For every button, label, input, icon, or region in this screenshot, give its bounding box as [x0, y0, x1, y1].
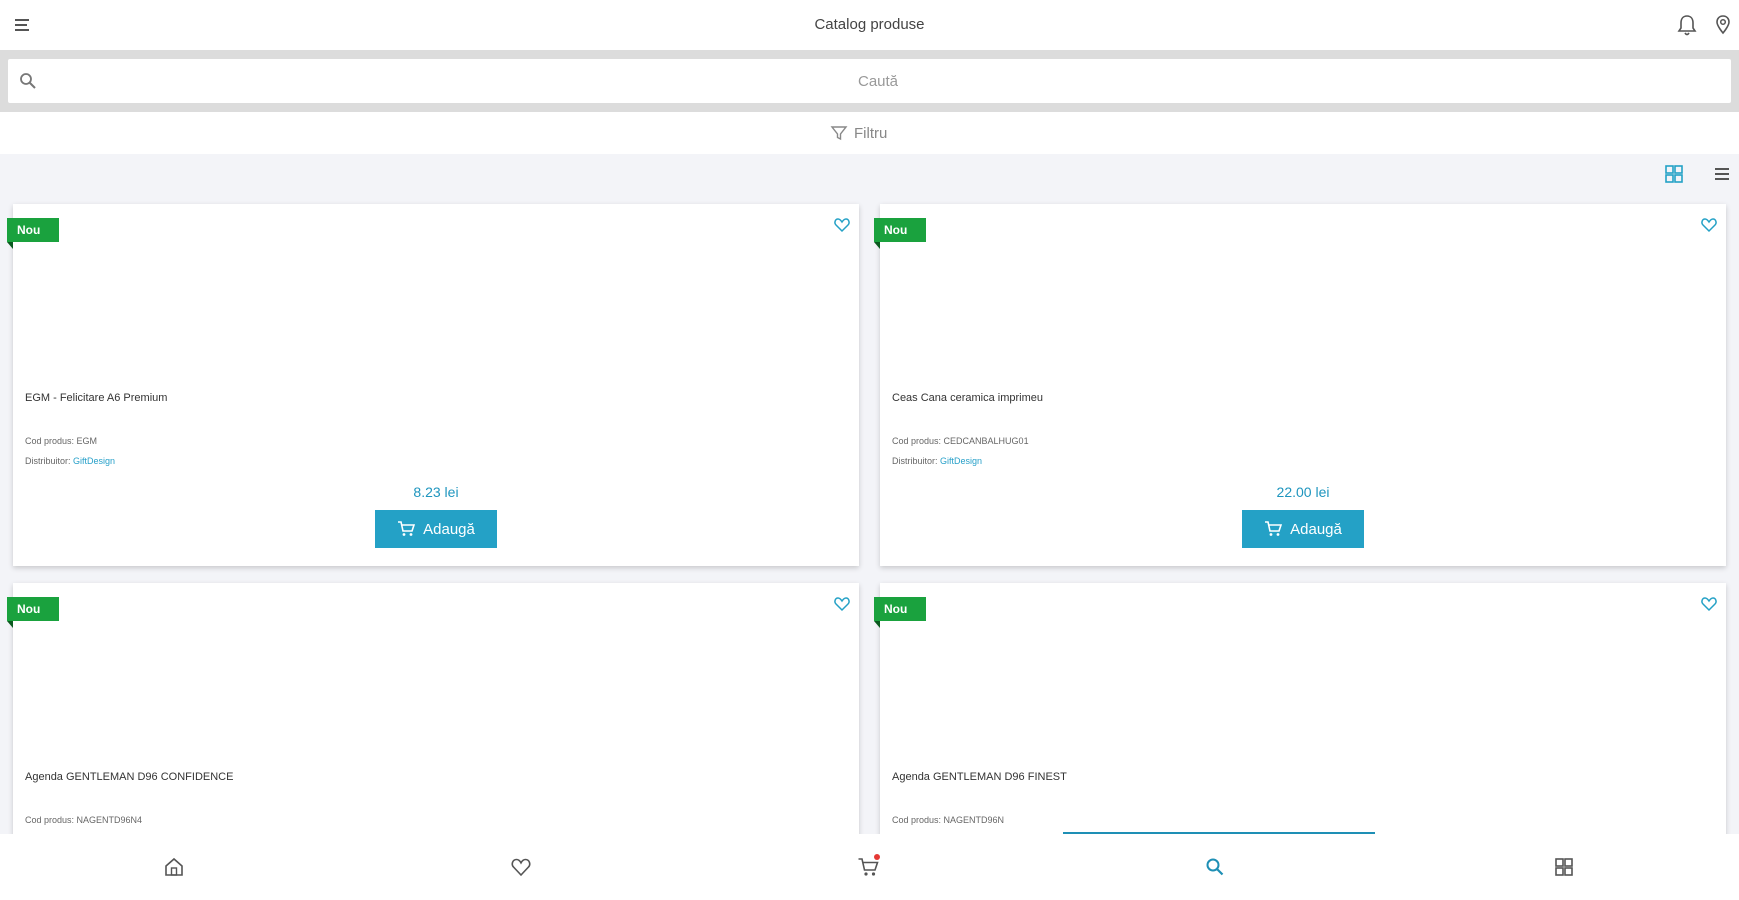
product-code-label: Cod produs:	[25, 815, 75, 825]
new-badge: Nou	[874, 218, 926, 249]
product-code-label: Cod produs:	[892, 815, 942, 825]
add-label: Adaugă	[423, 520, 475, 538]
grid-view-icon	[1665, 165, 1683, 183]
notifications-button[interactable]	[1676, 13, 1698, 37]
favorite-button[interactable]	[833, 216, 851, 234]
product-code-label: Cod produs:	[892, 436, 942, 446]
product-code-value: NAGENTD96N4	[76, 815, 143, 825]
product-code-value: NAGENTD96N	[943, 815, 1005, 825]
filter-button[interactable]: Filtru	[830, 122, 887, 144]
search-icon	[1206, 858, 1223, 876]
search-input[interactable]	[48, 59, 1708, 103]
search-bar	[0, 50, 1739, 112]
nav-search[interactable]	[1041, 834, 1388, 900]
bell-icon	[1677, 15, 1697, 36]
filter-label: Filtru	[854, 124, 888, 142]
filter-icon	[830, 126, 848, 141]
heart-icon	[834, 218, 850, 233]
product-code: Cod produs: CEDCANBALHUG01	[892, 436, 1029, 446]
cart-icon	[398, 521, 416, 536]
product-name: Agenda GENTLEMAN D96 CONFIDENCE	[25, 771, 234, 783]
grid-view-button[interactable]	[1664, 164, 1684, 184]
heart-icon	[1701, 597, 1717, 612]
add-to-cart-button[interactable]: Adaugă	[1242, 510, 1364, 548]
nav-favorites[interactable]	[347, 834, 694, 900]
product-distributor: Distribuitor: GiftDesign	[25, 456, 115, 466]
product-name: Agenda GENTLEMAN D96 FINEST	[892, 771, 1067, 783]
product-price: 22.00 lei	[1276, 484, 1330, 500]
distributor-link[interactable]: GiftDesign	[940, 456, 982, 466]
distributor-link[interactable]: GiftDesign	[73, 456, 115, 466]
cart-notification-dot	[874, 854, 880, 860]
location-pin-icon	[1716, 15, 1730, 35]
product-code: Cod produs: NAGENTD96N4	[25, 815, 142, 825]
favorite-button[interactable]	[1700, 216, 1718, 234]
categories-icon	[1554, 858, 1573, 876]
new-badge: Nou	[874, 597, 926, 628]
nav-cart[interactable]	[694, 834, 1041, 900]
favorite-button[interactable]	[833, 595, 851, 613]
product-card[interactable]: Nou Ceas Cana ceramica imprimeu Cod prod…	[874, 204, 1726, 566]
nav-categories[interactable]	[1388, 834, 1739, 900]
page-title: Catalog produse	[814, 16, 925, 33]
product-name: EGM - Felicitare A6 Premium	[25, 392, 168, 404]
product-code-value: EGM	[76, 436, 98, 446]
product-price: 8.23 lei	[413, 484, 459, 500]
new-badge: Nou	[7, 597, 59, 628]
nav-home[interactable]	[0, 834, 347, 900]
heart-icon	[510, 858, 531, 877]
list-view-button[interactable]	[1712, 164, 1732, 184]
add-to-cart-button[interactable]: Adaugă	[375, 510, 497, 548]
search-box	[8, 59, 1731, 103]
product-code: Cod produs: EGM	[25, 436, 97, 446]
new-badge: Nou	[7, 218, 59, 249]
product-name: Ceas Cana ceramica imprimeu	[892, 392, 1043, 404]
cart-icon	[1265, 521, 1283, 536]
favorite-button[interactable]	[1700, 595, 1718, 613]
location-button[interactable]	[1712, 13, 1734, 37]
distributor-label: Distribuitor:	[892, 456, 938, 466]
product-distributor: Distribuitor: GiftDesign	[892, 456, 982, 466]
app: Catalog produse Caută Filtru Nou EGM - F…	[0, 0, 1739, 900]
home-icon	[164, 857, 183, 876]
product-code-value: CEDCANBALHUG01	[943, 436, 1029, 446]
search-icon	[20, 73, 36, 89]
filter-bar: Filtru	[0, 112, 1739, 154]
distributor-label: Distribuitor:	[25, 456, 71, 466]
add-label: Adaugă	[1290, 520, 1342, 538]
list-view-icon	[1715, 168, 1729, 180]
product-code-label: Cod produs:	[25, 436, 75, 446]
product-code: Cod produs: NAGENTD96N	[892, 815, 1004, 825]
product-card[interactable]: Nou EGM - Felicitare A6 Premium Cod prod…	[7, 204, 859, 566]
heart-icon	[834, 597, 850, 612]
bottom-nav	[0, 834, 1739, 900]
heart-icon	[1701, 218, 1717, 233]
header: Catalog produse	[0, 0, 1739, 50]
